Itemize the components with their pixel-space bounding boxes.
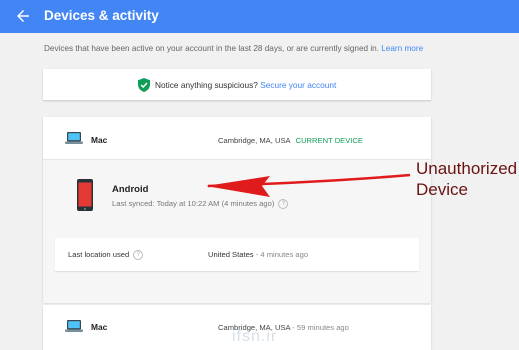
app-header: Devices & activity: [0, 0, 519, 33]
laptop-icon: [65, 132, 83, 144]
device-name[interactable]: Android: [112, 184, 148, 195]
last-location-label: Last location used?: [68, 250, 144, 260]
annotation-arrow-icon: [206, 173, 411, 197]
laptop-icon: [65, 320, 83, 332]
current-device-badge: CURRENT DEVICE: [295, 136, 363, 145]
help-icon[interactable]: ?: [278, 199, 289, 209]
watermark: ifsn.ir: [232, 328, 278, 345]
device-row-mac-current[interactable]: Mac Cambridge, MA, USA CURRENT DEVICE: [43, 117, 431, 159]
learn-more-link[interactable]: Learn more: [381, 44, 423, 53]
notice-text: Notice anything suspicious?: [155, 80, 258, 90]
last-location-label-text: Last location used: [68, 250, 130, 259]
intro-text: Devices that have been active on your ac…: [44, 44, 423, 53]
last-synced-text: Last synced: Today at 10:22 AM (4 minute…: [112, 199, 289, 209]
last-location-country: United States: [208, 250, 254, 259]
device-time: - 59 minutes ago: [292, 323, 349, 332]
last-location-time: - 4 minutes ago: [255, 250, 309, 259]
annotation-line-1: Unauthorized: [416, 159, 518, 178]
security-notice-card: Notice anything suspicious? Secure your …: [43, 69, 431, 100]
synced-value: Last synced: Today at 10:22 AM (4 minute…: [112, 199, 275, 208]
annotation-line-2: Device: [416, 180, 468, 199]
secure-account-link[interactable]: Secure your account: [260, 80, 336, 90]
location-text: Cambridge, MA, USA: [218, 136, 291, 145]
shield-check-icon: [137, 78, 150, 92]
phone-icon: [77, 179, 93, 211]
arrow-left-icon[interactable]: [14, 7, 32, 25]
help-icon[interactable]: ?: [133, 250, 144, 260]
devices-card: Mac Cambridge, MA, USA CURRENT DEVICE And…: [43, 117, 431, 303]
device-name: Mac: [91, 322, 108, 332]
device-name: Mac: [91, 135, 108, 145]
annotation-label: Unauthorized Device: [416, 158, 517, 200]
last-location-panel: Last location used? United States - 4 mi…: [55, 238, 419, 271]
device-location: Cambridge, MA, USA CURRENT DEVICE: [218, 136, 363, 145]
last-location-value: United States - 4 minutes ago: [208, 250, 308, 259]
page-title: Devices & activity: [44, 8, 159, 23]
intro-description: Devices that have been active on your ac…: [44, 44, 379, 53]
